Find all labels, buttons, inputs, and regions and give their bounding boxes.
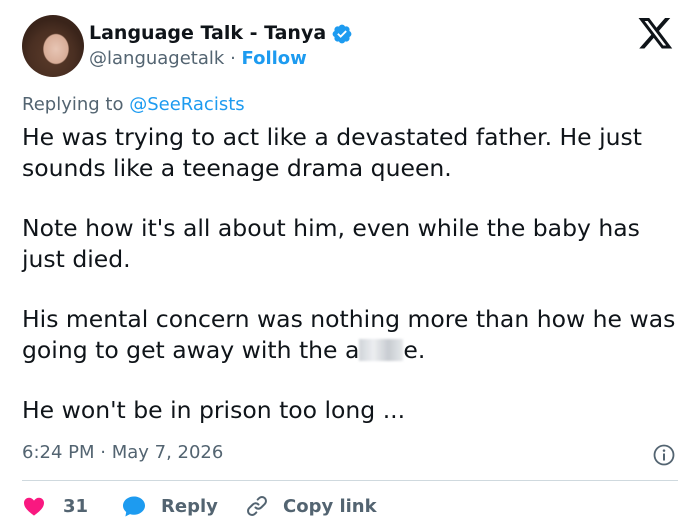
tweet-paragraph-text: His mental concern was nothing more than…	[22, 305, 676, 364]
tweet-paragraph: He won't be in prison too long ...	[22, 396, 406, 424]
author-handle[interactable]: @languagetalk	[89, 48, 224, 69]
reply-button[interactable]: Reply	[121, 490, 218, 522]
handle-row: @languagetalk · Follow	[89, 48, 307, 69]
tweet-paragraph: He was trying to act like a devastated f…	[22, 123, 642, 182]
info-icon[interactable]	[652, 443, 676, 467]
author-name[interactable]: Language Talk - Tanya	[89, 22, 326, 44]
reply-bubble-icon	[123, 496, 145, 517]
tweet-paragraph-tail: e.	[403, 336, 426, 364]
separator-dot: ·	[230, 48, 236, 69]
copy-link-button[interactable]: Copy link	[245, 490, 377, 522]
reply-label: Reply	[161, 495, 218, 517]
follow-button[interactable]: Follow	[242, 48, 307, 69]
heart-icon	[24, 497, 44, 516]
replying-mention[interactable]: @SeeRacists	[129, 94, 244, 115]
verified-badge-icon	[332, 24, 352, 44]
like-count: 31	[63, 495, 89, 517]
like-button[interactable]: 31	[22, 490, 88, 522]
copy-link-label: Copy link	[283, 495, 377, 517]
replying-to: Replying to @SeeRacists	[22, 94, 245, 115]
divider	[22, 480, 678, 481]
tweet-card: Language Talk - Tanya @languagetalk · Fo…	[0, 0, 700, 532]
avatar[interactable]	[22, 15, 84, 77]
tweet-paragraph: His mental concern was nothing more than…	[22, 304, 682, 366]
x-logo-icon[interactable]	[636, 18, 676, 50]
tweet-timestamp[interactable]: 6:24 PM · May 7, 2026	[22, 442, 223, 463]
link-icon	[247, 496, 267, 516]
tweet-paragraph: Note how it's all about him, even while …	[22, 214, 640, 273]
replying-prefix: Replying to	[22, 94, 124, 115]
censored-word	[359, 339, 404, 361]
tweet-text: He was trying to act like a devastated f…	[22, 122, 682, 455]
